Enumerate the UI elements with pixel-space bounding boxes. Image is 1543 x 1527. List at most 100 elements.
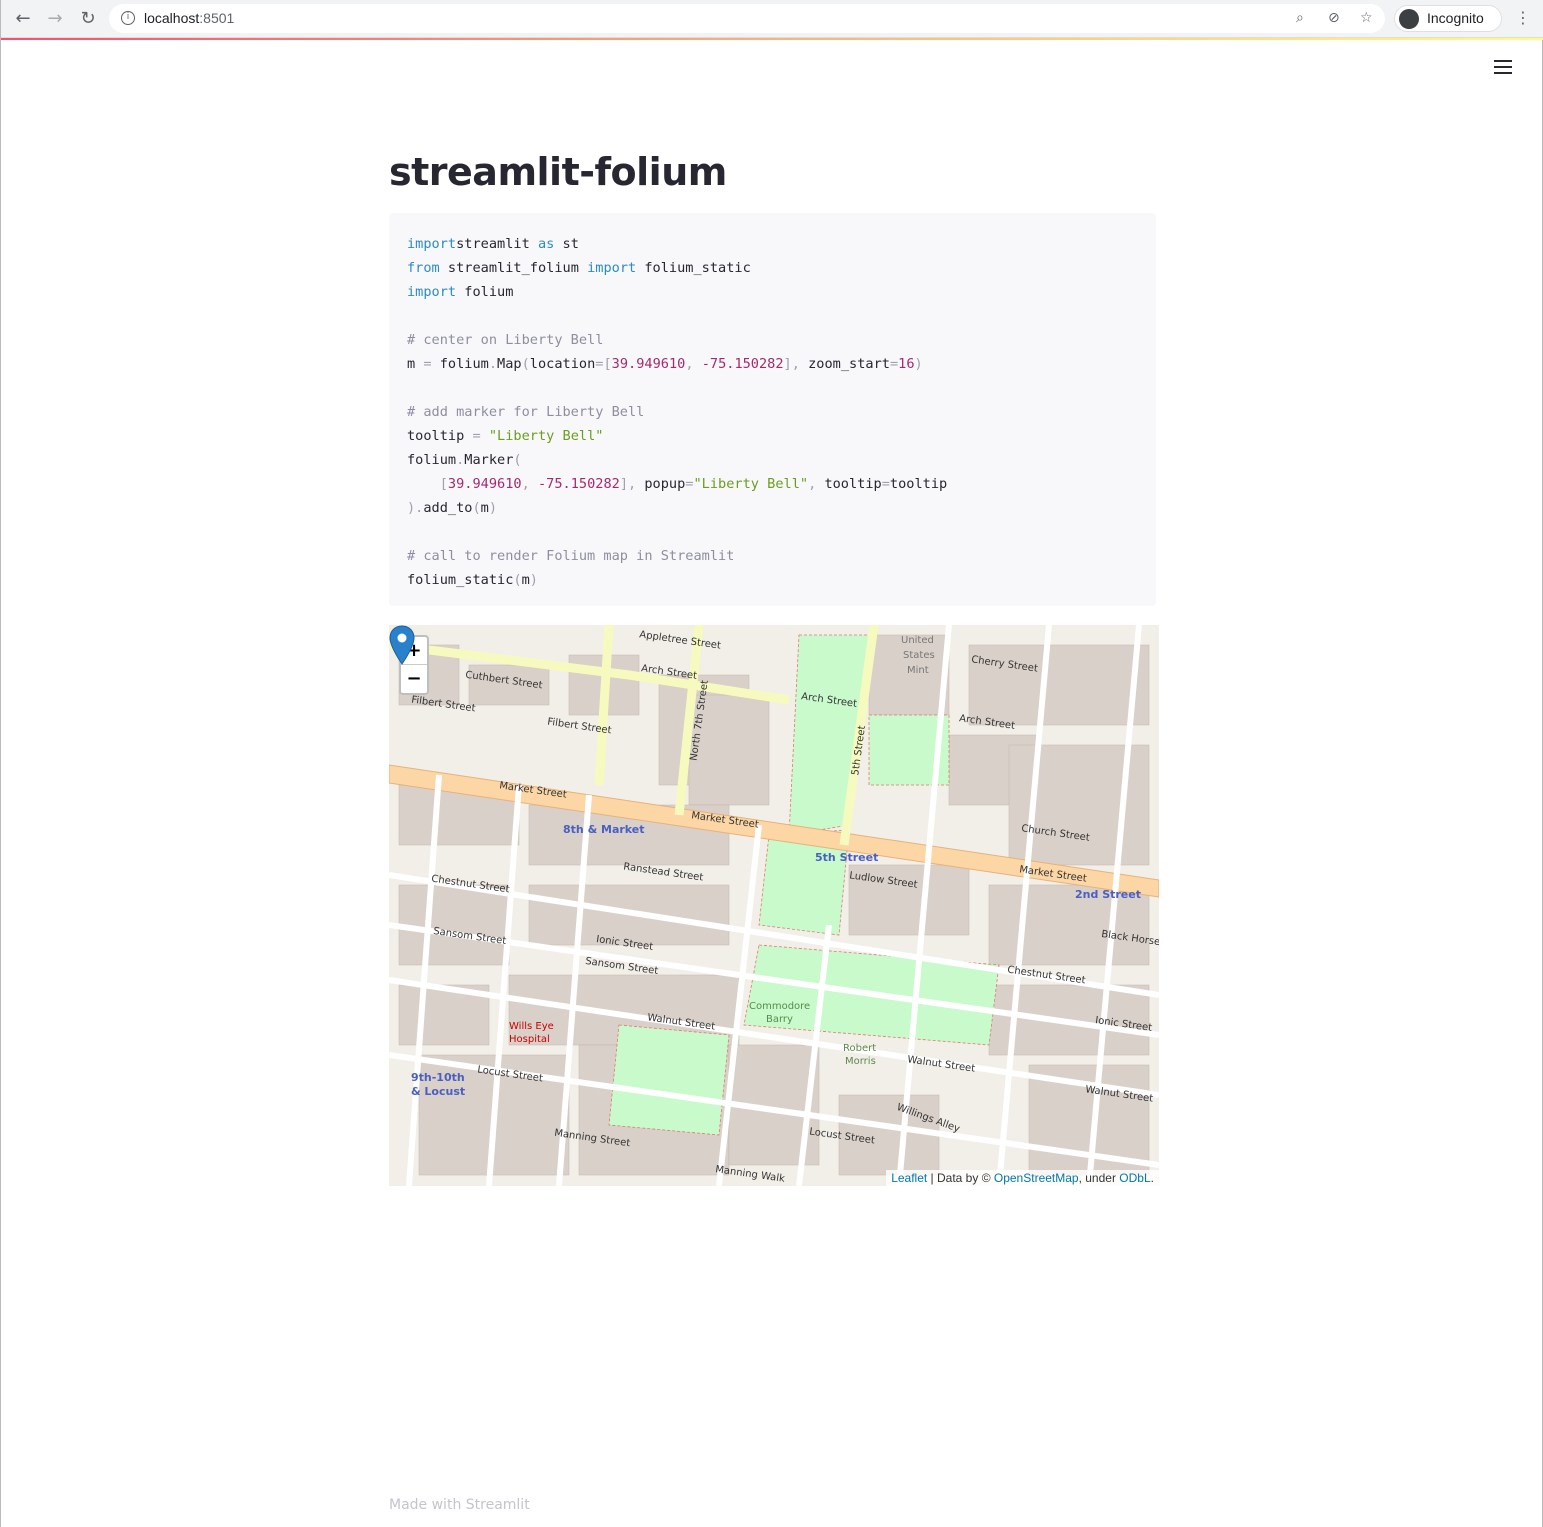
odbl-link[interactable]: ODbL bbox=[1119, 1171, 1150, 1185]
code-token: ], bbox=[783, 356, 809, 372]
code-token: = bbox=[423, 356, 432, 372]
attribution-text: , under bbox=[1078, 1171, 1120, 1185]
code-token: , bbox=[685, 356, 702, 372]
transit-label: 2nd Street bbox=[1075, 888, 1141, 901]
code-token: from bbox=[407, 260, 440, 276]
transit-label: & Locust bbox=[411, 1085, 466, 1098]
map-attribution: Leaflet | Data by © OpenStreetMap, under… bbox=[886, 1170, 1159, 1186]
code-token: streamlit bbox=[456, 236, 538, 252]
zoom-out-button[interactable]: − bbox=[401, 665, 427, 693]
poi-label: United bbox=[901, 635, 934, 646]
code-token: folium_static bbox=[407, 572, 514, 588]
code-token: folium_static bbox=[636, 260, 751, 276]
code-line: import folium bbox=[407, 280, 1138, 304]
attribution-text: . bbox=[1150, 1171, 1154, 1185]
code-token: . bbox=[488, 356, 498, 372]
osm-link[interactable]: OpenStreetMap bbox=[994, 1171, 1079, 1185]
liberty-bell-marker-icon[interactable] bbox=[389, 625, 415, 665]
transit-label: 9th-10th bbox=[411, 1071, 465, 1084]
address-bar[interactable]: i localhost:8501 ⌕ ⊘ ☆ bbox=[109, 4, 1385, 33]
code-token: ( bbox=[521, 356, 530, 372]
code-token: =[ bbox=[595, 356, 612, 372]
map-tiles bbox=[389, 625, 1159, 1186]
code-token: m bbox=[407, 356, 424, 372]
code-token: import bbox=[407, 236, 457, 252]
code-token: -75.150282 bbox=[537, 476, 620, 492]
code-token: 39.949610 bbox=[611, 356, 686, 372]
hospital-label: Wills Eye bbox=[509, 1021, 554, 1032]
page-title: streamlit-folium bbox=[389, 150, 727, 194]
back-icon[interactable]: ← bbox=[11, 7, 35, 31]
code-line: # add marker for Liberty Bell bbox=[407, 400, 1138, 424]
code-token: ) bbox=[529, 572, 538, 588]
folium-map[interactable]: Appletree Street Arch Street Arch Street… bbox=[389, 625, 1159, 1186]
menu-icon[interactable]: ⋮ bbox=[1515, 8, 1531, 27]
park-label: Commodore bbox=[749, 1001, 811, 1012]
code-token: tooltip bbox=[407, 428, 473, 444]
incognito-label: Incognito bbox=[1427, 10, 1484, 26]
park-label: Robert bbox=[843, 1043, 877, 1054]
code-line: [39.949610, -75.150282], popup = "Liberty … bbox=[407, 472, 1138, 496]
code-token: tooltip bbox=[824, 476, 882, 492]
code-line: tooltip = "Liberty Bell" bbox=[407, 424, 1138, 448]
browser-toolbar: ← → ↻ i localhost:8501 ⌕ ⊘ ☆ Incognito ⋮ bbox=[1, 0, 1543, 38]
poi-label: Mint bbox=[907, 665, 929, 676]
code-token: = bbox=[889, 356, 899, 372]
transit-label: 5th Street bbox=[815, 851, 879, 864]
transit-label: 8th & Market bbox=[563, 823, 645, 836]
park-label: Barry bbox=[766, 1014, 793, 1025]
code-token: , bbox=[808, 476, 825, 492]
code-token: folium bbox=[407, 452, 457, 468]
code-token: = bbox=[881, 476, 890, 492]
code-token: ) bbox=[488, 500, 498, 516]
code-token: st bbox=[554, 236, 579, 252]
code-block: importstreamlit as st from streamlit_foli… bbox=[389, 213, 1156, 606]
code-line: ).add_to(m) bbox=[407, 496, 1138, 520]
code-token: , bbox=[521, 476, 538, 492]
code-line: folium_static(m) bbox=[407, 568, 1138, 592]
code-token: "Liberty Bell" bbox=[480, 428, 604, 444]
decoration-bar bbox=[1, 38, 1543, 40]
code-token: tooltip bbox=[889, 476, 948, 492]
code-token: ( bbox=[472, 500, 481, 516]
code-token: # center on Liberty Bell bbox=[407, 332, 604, 348]
code-line: # center on Liberty Bell bbox=[407, 328, 1138, 352]
reload-icon[interactable]: ↻ bbox=[76, 7, 100, 31]
code-token: # add marker for Liberty Bell bbox=[407, 404, 645, 420]
zoom-icon[interactable]: ⌕ bbox=[1296, 10, 1304, 26]
star-icon[interactable]: ☆ bbox=[1360, 10, 1373, 26]
leaflet-link[interactable]: Leaflet bbox=[891, 1171, 927, 1185]
info-icon[interactable]: i bbox=[121, 11, 135, 25]
code-token: = bbox=[472, 428, 481, 444]
code-token: [ bbox=[407, 476, 448, 492]
code-token: 39.949610 bbox=[447, 476, 522, 492]
footer-text: Made with Streamlit bbox=[389, 1497, 530, 1513]
forward-icon[interactable]: → bbox=[43, 7, 67, 31]
code-token: # call to render Folium map in Streamlit bbox=[407, 548, 735, 564]
hamburger-menu-icon[interactable] bbox=[1494, 60, 1512, 76]
code-token: as bbox=[537, 236, 555, 252]
code-token: ], bbox=[619, 476, 645, 492]
code-line: # call to render Folium map in Streamlit bbox=[407, 544, 1138, 568]
url-text: localhost:8501 bbox=[144, 10, 235, 26]
code-token: ( bbox=[513, 452, 522, 468]
code-token: import bbox=[407, 284, 457, 300]
park-label: Morris bbox=[845, 1056, 876, 1067]
incognito-icon bbox=[1399, 9, 1419, 29]
code-line: m = folium.Map(location=[39.949610, -75.… bbox=[407, 352, 1138, 376]
eye-off-icon[interactable]: ⊘ bbox=[1328, 10, 1340, 26]
code-token: streamlit_folium bbox=[439, 260, 588, 276]
incognito-badge[interactable]: Incognito bbox=[1394, 5, 1502, 32]
attribution-text: | Data by © bbox=[927, 1171, 994, 1185]
code-token: location bbox=[529, 356, 596, 372]
code-token: ). bbox=[407, 500, 424, 516]
code-token: Map bbox=[497, 356, 522, 372]
code-token: folium bbox=[431, 356, 489, 372]
code-token: popup bbox=[644, 476, 686, 492]
code-line: importstreamlit as st bbox=[407, 232, 1138, 256]
code-line: folium.Marker( bbox=[407, 448, 1138, 472]
code-line: from streamlit_folium import folium_stat… bbox=[407, 256, 1138, 280]
